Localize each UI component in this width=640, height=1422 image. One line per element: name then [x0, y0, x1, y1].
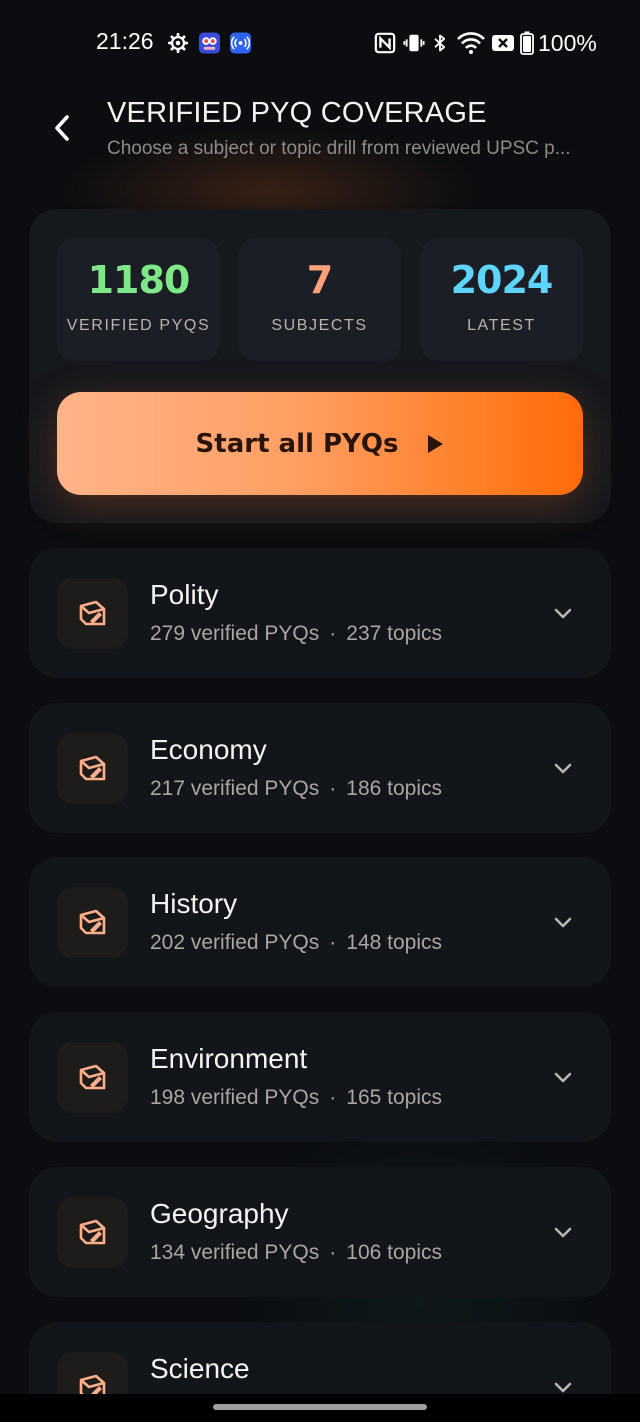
vibrate-icon [403, 34, 425, 52]
subject-topic-count: 148 topics [346, 931, 442, 954]
status-time: 21:26 [96, 28, 154, 54]
summary-card: 1180 VERIFIED PYQS 7 SUBJECTS 2024 LATES… [29, 209, 611, 523]
book-edit-icon [79, 600, 105, 625]
chevron-down-icon[interactable] [551, 601, 575, 625]
subject-icon-box [57, 1042, 128, 1113]
subject-pyq-count: 217 verified PYQs [150, 777, 320, 800]
subject-name: Polity [150, 579, 219, 610]
chevron-down-icon[interactable] [551, 1065, 575, 1089]
subject-topic-count: 237 topics [346, 622, 442, 645]
subject-pyq-count: 279 verified PYQs [150, 622, 320, 645]
stat-label: LATEST [467, 317, 536, 334]
chevron-down-icon[interactable] [551, 910, 575, 934]
bluetooth-icon [434, 34, 446, 52]
book-edit-icon [79, 1219, 105, 1244]
subject-name: History [150, 888, 238, 919]
chevron-left-icon [55, 115, 69, 141]
status-bar: 21:26 100% [0, 0, 640, 88]
subject-meta: 134 verified PYQs · 106 topics [150, 1241, 442, 1264]
back-button[interactable] [40, 106, 84, 150]
stat-label: VERIFIED PYQS [66, 317, 211, 334]
subject-meta: 217 verified PYQs · 186 topics [150, 777, 442, 800]
app-badge-icon [198, 32, 221, 54]
subject-topic-count: 106 topics [346, 1241, 442, 1264]
page-title: VERIFIED PYQ COVERAGE [107, 97, 487, 129]
book-edit-icon [79, 755, 105, 780]
stat-value: 1180 [87, 258, 191, 302]
stat-value: 7 [306, 258, 333, 302]
stat-label: SUBJECTS [271, 317, 368, 334]
subject-item-environment[interactable]: Environment 198 verified PYQs · 165 topics [29, 1012, 611, 1142]
nfc-icon [374, 32, 396, 54]
battery-icon [520, 31, 534, 55]
radio-icon [229, 32, 252, 54]
subject-icon-box [57, 887, 128, 958]
start-button-label: Start all PYQs [195, 428, 399, 459]
chevron-down-icon[interactable] [551, 1220, 575, 1244]
play-icon [428, 434, 444, 453]
subject-item-geography[interactable]: Geography 134 verified PYQs · 106 topics [29, 1167, 611, 1297]
subject-pyq-count: 202 verified PYQs [150, 931, 320, 954]
subject-item-history[interactable]: History 202 verified PYQs · 148 topics [29, 857, 611, 987]
subject-meta: 198 verified PYQs · 165 topics [150, 1086, 442, 1109]
battery-percent: 100% [538, 30, 597, 56]
subject-icon-box [57, 1197, 128, 1268]
book-edit-icon [79, 1064, 105, 1089]
subject-topic-count: 165 topics [346, 1086, 442, 1109]
subject-name: Environment [150, 1043, 308, 1074]
stat-value: 2024 [450, 258, 554, 302]
stat-latest: 2024 LATEST [420, 238, 583, 361]
subject-pyq-count: 198 verified PYQs [150, 1086, 320, 1109]
gear-icon [167, 32, 189, 54]
subject-item-polity[interactable]: Polity 279 verified PYQs · 237 topics [29, 548, 611, 678]
subject-icon-box [57, 578, 128, 649]
subject-icon-box [57, 733, 128, 804]
home-indicator[interactable] [213, 1404, 427, 1410]
subject-name: Economy [150, 734, 267, 765]
book-edit-icon [79, 909, 105, 934]
stat-subjects: 7 SUBJECTS [238, 238, 401, 361]
subject-name: Science [150, 1353, 250, 1384]
subject-meta: 279 verified PYQs · 237 topics [150, 622, 442, 645]
stat-verified-pyqs: 1180 VERIFIED PYQS [57, 238, 220, 361]
subject-topic-count: 186 topics [346, 777, 442, 800]
wifi-icon [457, 32, 485, 54]
screen: 21:26 100% VERIFIED PYQ COVERAGE Choose … [0, 0, 640, 1422]
subject-name: Geography [150, 1198, 289, 1229]
subject-pyq-count: 134 verified PYQs [150, 1241, 320, 1264]
sim-off-icon [492, 35, 514, 51]
subject-meta: 202 verified PYQs · 148 topics [150, 931, 442, 954]
page-subtitle: Choose a subject or topic drill from rev… [107, 138, 571, 159]
subject-item-economy[interactable]: Economy 217 verified PYQs · 186 topics [29, 703, 611, 833]
start-all-pyqs-button[interactable]: Start all PYQs [57, 392, 583, 495]
chevron-down-icon[interactable] [551, 756, 575, 780]
